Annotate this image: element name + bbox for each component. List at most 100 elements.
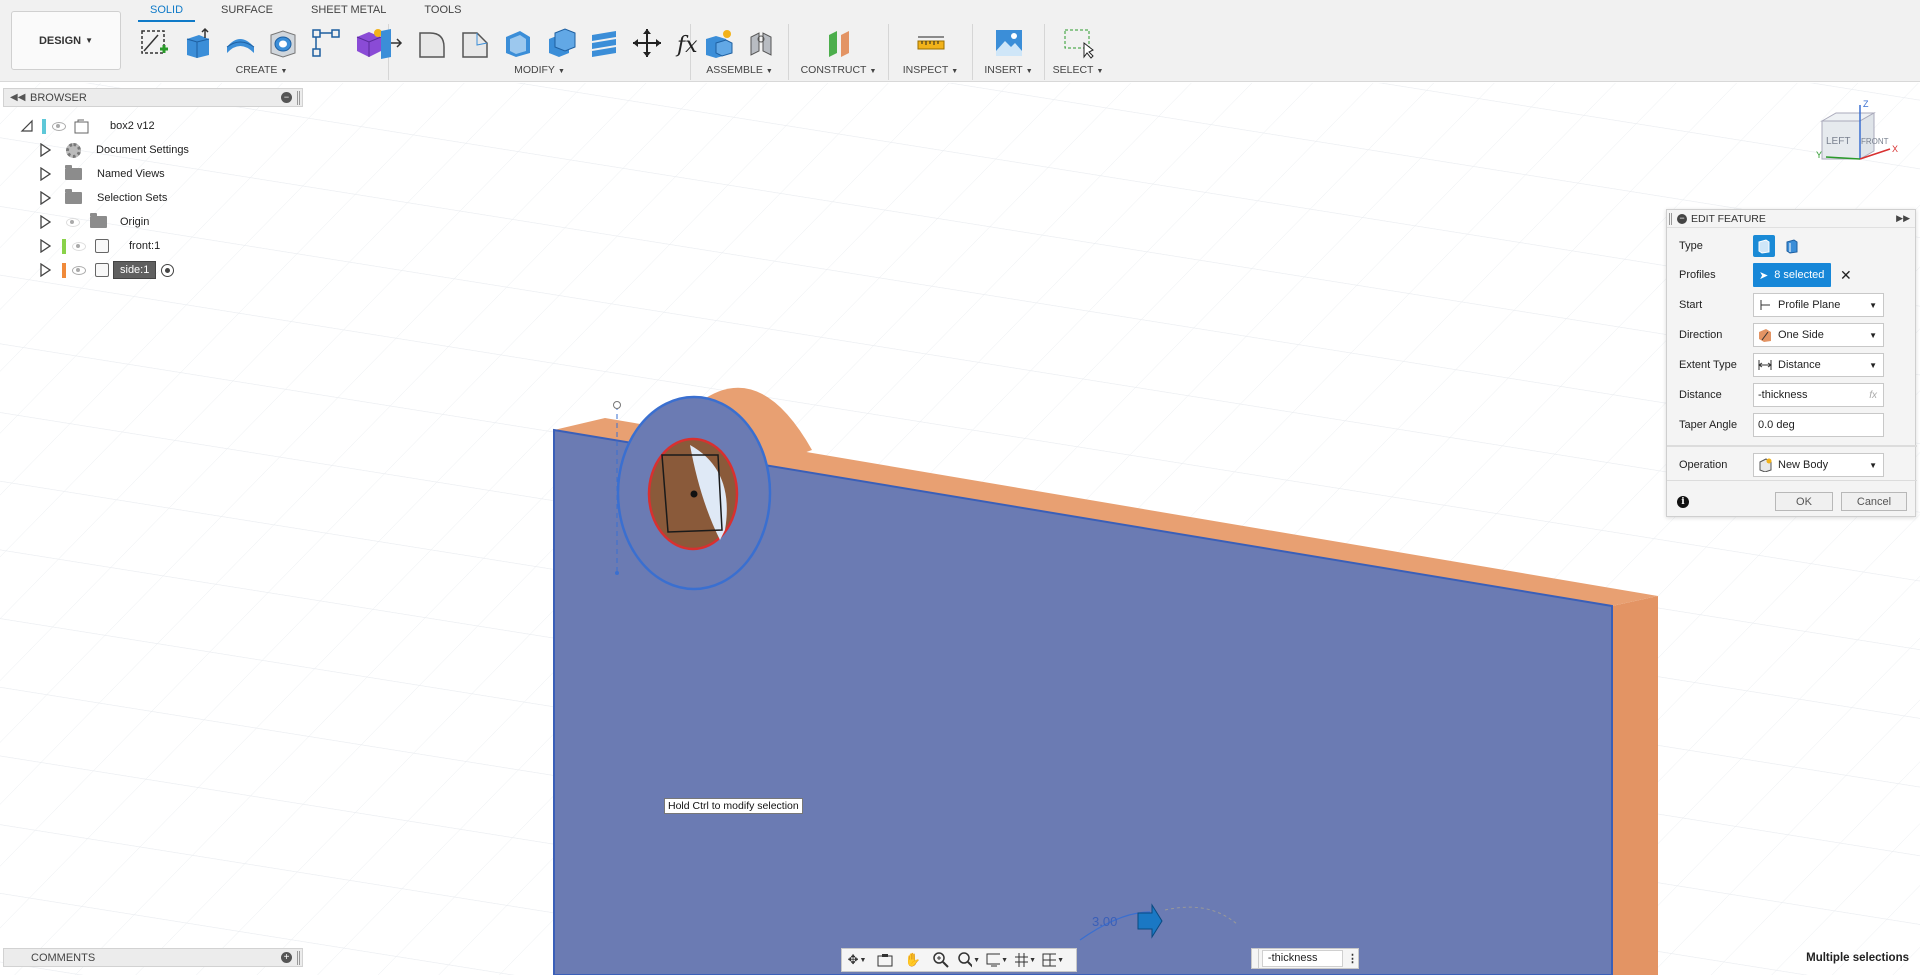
viewcube-left-label: LEFT [1826,136,1850,147]
expand-icon[interactable] [38,263,52,277]
fillet-icon[interactable] [414,25,450,61]
look-at-icon[interactable] [874,951,896,969]
insert-menu[interactable]: INSERT ▼ [984,64,1032,76]
minimize-icon[interactable]: − [1677,213,1687,224]
press-pull-icon[interactable] [371,25,407,61]
zoom-icon[interactable] [930,951,952,969]
ok-button[interactable]: OK [1775,492,1833,511]
visibility-eye-icon[interactable] [52,121,66,131]
direction-value: One Side [1778,329,1824,341]
profiles-selection-button[interactable]: ➤ 8 selected [1753,263,1831,287]
offset-plane-icon[interactable] [821,25,857,61]
tab-tools[interactable]: TOOLS [412,0,473,22]
type-label: Type [1679,240,1703,252]
split-body-icon[interactable] [586,25,622,61]
new-component-icon[interactable] [700,25,736,61]
shell-icon[interactable] [500,25,536,61]
info-icon[interactable]: i [1677,496,1689,508]
activate-component-icon[interactable] [161,263,175,277]
expand-icon[interactable] [38,167,52,181]
expand-icon[interactable] [38,239,52,253]
hole-icon[interactable] [265,25,301,61]
clear-selection-icon[interactable]: ✕ [1840,267,1852,284]
collapse-tree-icon[interactable] [20,119,34,133]
start-dropdown[interactable]: Profile Plane ▼ [1753,293,1884,317]
grid-snaps-icon[interactable]: ▼ [1014,951,1036,969]
move-copy-icon[interactable] [629,25,665,61]
add-comment-icon[interactable]: + [281,952,292,963]
tree-item-document-settings[interactable]: Document Settings [38,139,189,161]
chevron-down-icon: ▼ [280,68,288,75]
distance-expression-input[interactable]: -thickness [1261,950,1343,967]
operation-dropdown[interactable]: New Body ▼ [1753,453,1884,477]
extent-type-value: Distance [1778,359,1821,371]
combine-icon[interactable] [543,25,579,61]
measure-icon[interactable] [913,25,949,61]
expand-icon[interactable] [38,191,52,205]
minimize-icon[interactable]: − [281,92,292,103]
tree-item-origin[interactable]: Origin [38,211,149,233]
hidden-eye-icon[interactable] [72,241,86,251]
tree-item-selection-sets[interactable]: Selection Sets [38,187,167,209]
extent-type-dropdown[interactable]: Distance ▼ [1753,353,1884,377]
start-row: Start Profile Plane ▼ [1667,292,1917,318]
assemble-menu[interactable]: ASSEMBLE ▼ [706,64,773,76]
panel-grip-icon[interactable] [297,91,300,105]
tab-sheet-metal[interactable]: SHEET METAL [299,0,398,22]
visibility-eye-icon[interactable] [72,265,86,275]
navigation-bar: ✥ ▼ ✋ ▼ ▼ ▼ ▼ [841,948,1077,972]
more-options-icon[interactable]: ⋮ [1347,952,1358,965]
extrude-solid-type-icon[interactable] [1753,235,1775,257]
revolve-icon[interactable] [222,25,258,61]
panel-grip-icon[interactable] [1669,213,1672,225]
direction-dropdown[interactable]: One Side ▼ [1753,323,1884,347]
pan-icon[interactable]: ✋ [902,951,924,969]
profiles-row: Profiles ➤ 8 selected ✕ [1667,262,1917,288]
operation-row: Operation New Body ▼ [1667,452,1917,478]
fit-icon[interactable]: ▼ [958,951,980,969]
orbit-icon[interactable]: ✥ ▼ [846,951,868,969]
cancel-button[interactable]: Cancel [1841,492,1907,511]
distance-dimension-label[interactable]: 3.00 [1092,914,1117,929]
direction-label: Direction [1679,329,1723,341]
select-menu[interactable]: SELECT ▼ [1053,64,1104,76]
expand-icon[interactable] [38,215,52,229]
fx-expression-icon[interactable]: fx [1869,390,1877,401]
panel-grip-icon[interactable] [1252,949,1259,968]
inspect-menu[interactable]: INSPECT ▼ [903,64,958,76]
viewports-icon[interactable]: ▼ [1042,951,1064,969]
chamfer-icon[interactable] [457,25,493,61]
display-settings-icon[interactable]: ▼ [986,951,1008,969]
collapse-panel-icon[interactable]: ◀◀ [10,92,25,103]
tab-surface[interactable]: SURFACE [209,0,285,22]
tree-item-label: Selection Sets [97,192,168,204]
type-row: Type [1667,233,1917,259]
distance-input[interactable]: -thickness fx [1753,383,1884,407]
tree-item-side[interactable]: side:1 [38,259,175,281]
construct-menu[interactable]: CONSTRUCT ▼ [801,64,877,76]
expand-icon[interactable] [38,143,52,157]
pattern-icon[interactable] [308,25,344,61]
chevron-down-icon: ▼ [557,68,565,75]
extrude-thin-type-icon[interactable] [1781,235,1803,257]
insert-image-icon[interactable] [991,25,1027,61]
create-sketch-icon[interactable] [136,25,172,61]
hidden-eye-icon[interactable] [66,217,80,227]
tree-item-named-views[interactable]: Named Views [38,163,165,185]
joint-icon[interactable] [743,25,779,61]
taper-angle-input[interactable]: 0.0 deg [1753,413,1884,437]
tree-item-front[interactable]: front:1 [38,235,160,257]
extrude-icon[interactable] [179,25,215,61]
canvas-viewport[interactable]: 3.00 [0,83,1920,975]
modify-menu[interactable]: MODIFY ▼ [514,64,565,76]
view-cube[interactable]: LEFT FRONT Z X Y [1808,97,1908,185]
create-menu[interactable]: CREATE ▼ [236,64,288,76]
workspace-switcher-button[interactable]: DESIGN ▼ [11,11,121,70]
tree-item-label: Document Settings [96,144,189,156]
start-value: Profile Plane [1778,299,1841,311]
panel-grip-icon[interactable] [297,951,300,965]
expand-panel-icon[interactable]: ▶▶ [1896,213,1910,224]
tree-item-root[interactable]: box2 v12 [20,115,155,137]
tab-solid[interactable]: SOLID [138,0,196,22]
window-select-icon[interactable] [1060,25,1096,61]
